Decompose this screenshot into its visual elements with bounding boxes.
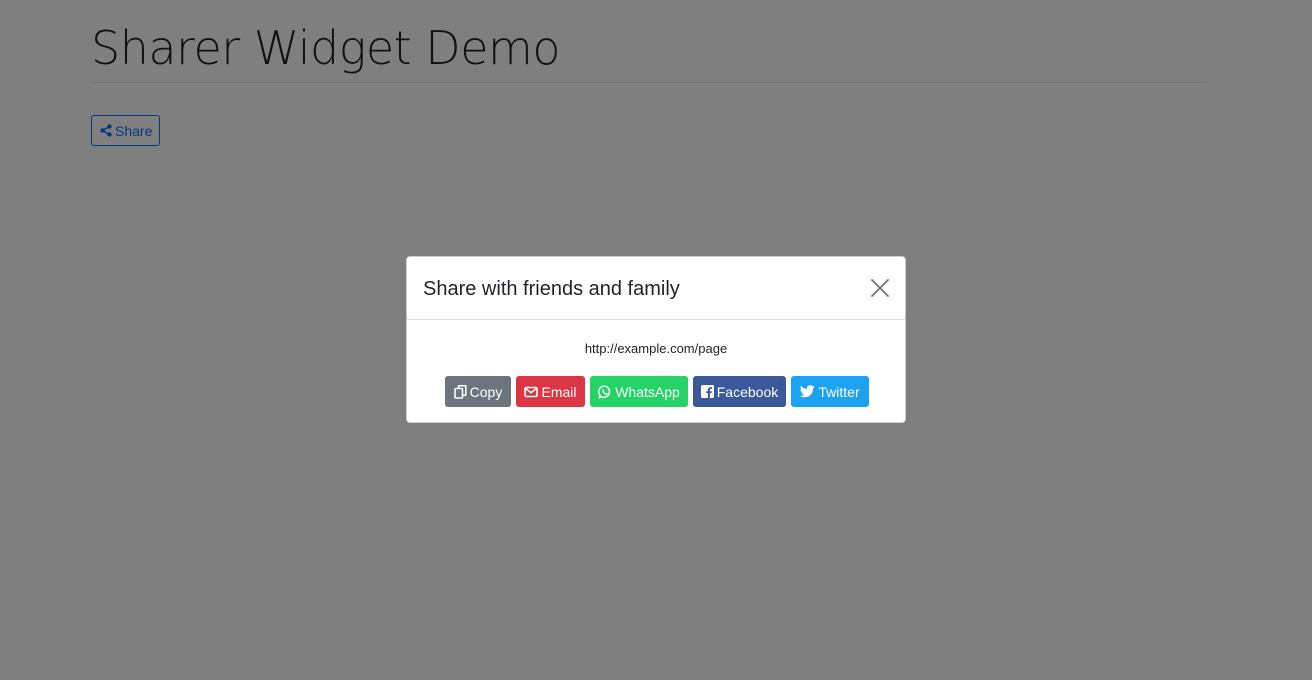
whatsapp-icon [598, 384, 612, 399]
copy-button[interactable]: Copy [445, 376, 511, 407]
twitter-button[interactable]: Twitter [791, 376, 869, 407]
email-button-label: Email [541, 383, 577, 400]
whatsapp-button[interactable]: WhatsApp [590, 376, 688, 407]
facebook-button[interactable]: Facebook [693, 376, 786, 407]
modal-header: Share with friends and family [407, 257, 905, 320]
twitter-icon [800, 385, 815, 398]
share-url: http://example.com/page [584, 341, 728, 356]
share-buttons: Copy Email WhatsApp Facebook Twitter [445, 376, 869, 407]
modal-title: Share with friends and family [423, 278, 680, 300]
share-modal: Share with friends and family http://exa… [406, 256, 906, 423]
facebook-icon [700, 385, 714, 398]
twitter-button-label: Twitter [818, 383, 860, 400]
close-icon [869, 277, 891, 299]
close-button[interactable] [869, 277, 891, 299]
copy-button-label: Copy [469, 383, 503, 400]
whatsapp-button-label: WhatsApp [615, 383, 680, 400]
facebook-button-label: Facebook [716, 383, 779, 400]
email-button[interactable]: Email [516, 376, 585, 407]
envelope-icon [524, 386, 539, 398]
copy-icon [453, 384, 467, 399]
